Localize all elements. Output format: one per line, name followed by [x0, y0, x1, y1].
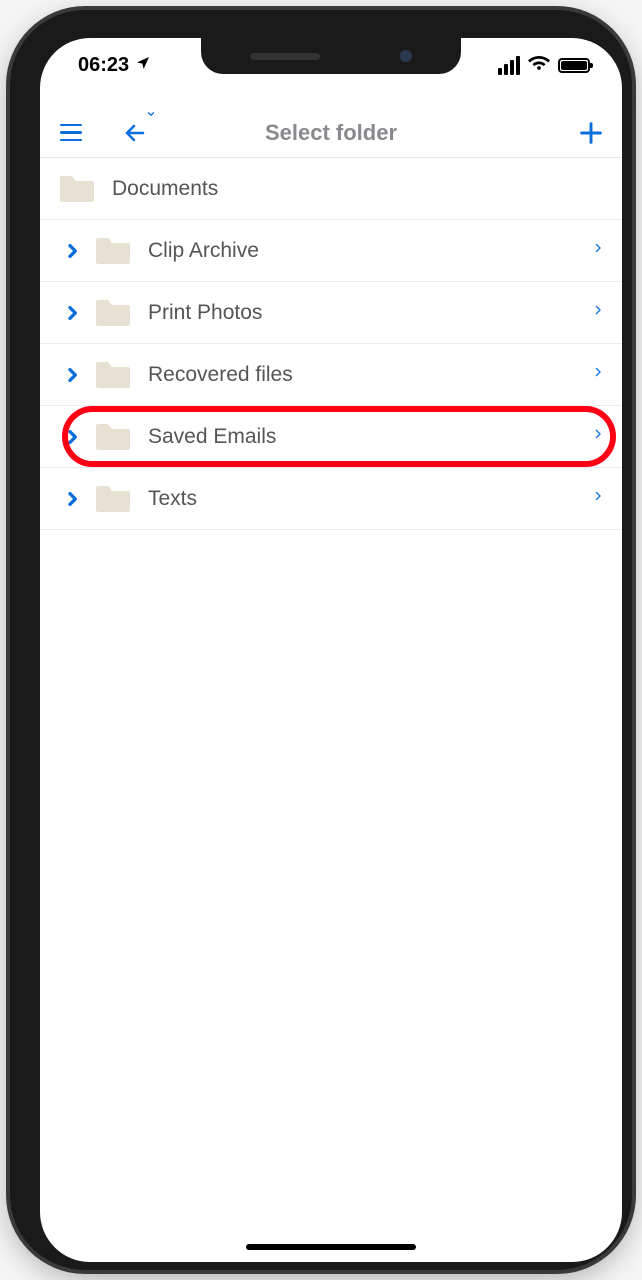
- disclosure-chevron-icon: [592, 301, 604, 324]
- root-folder-label: Documents: [112, 177, 218, 201]
- folder-icon: [94, 422, 132, 452]
- back-arrow-icon: [123, 121, 147, 145]
- chevron-right-icon: [64, 242, 80, 260]
- hamburger-icon: [60, 124, 82, 142]
- wifi-icon: [528, 51, 550, 79]
- folder-icon: [94, 360, 132, 390]
- folder-icon: [94, 298, 132, 328]
- phone-frame: 06:23: [10, 10, 632, 1270]
- notch: [201, 38, 461, 74]
- front-camera: [400, 50, 412, 62]
- back-button[interactable]: [118, 116, 152, 150]
- status-right: [498, 51, 594, 79]
- chevron-right-icon: [64, 366, 80, 384]
- folder-label: Saved Emails: [148, 425, 276, 449]
- chevron-down-icon: [144, 106, 158, 124]
- plus-icon: [577, 119, 605, 147]
- chevron-right-icon: [64, 304, 80, 322]
- folder-list: Documents Clip Archive: [40, 158, 622, 530]
- add-button[interactable]: [574, 116, 608, 150]
- phone-volume-down: [15, 395, 22, 465]
- annotation-highlight-ring: [62, 406, 616, 467]
- phone-silence-switch: [15, 235, 22, 275]
- folder-row[interactable]: Texts: [40, 468, 622, 530]
- expand-toggle[interactable]: [58, 242, 86, 260]
- screen: 06:23: [40, 38, 622, 1262]
- home-indicator[interactable]: [246, 1244, 416, 1250]
- folder-row[interactable]: Saved Emails: [40, 406, 622, 468]
- disclosure-chevron-icon: [592, 239, 604, 262]
- chevron-right-icon: [64, 428, 80, 446]
- folder-row[interactable]: Clip Archive: [40, 220, 622, 282]
- expand-toggle[interactable]: [58, 304, 86, 322]
- folder-label: Texts: [148, 487, 197, 511]
- speaker-grille: [250, 53, 320, 60]
- chevron-right-icon: [64, 490, 80, 508]
- disclosure-chevron-icon: [592, 487, 604, 510]
- cellular-signal-icon: [498, 56, 520, 75]
- disclosure-chevron-icon: [592, 363, 604, 386]
- folder-icon: [94, 484, 132, 514]
- folder-label: Print Photos: [148, 301, 262, 325]
- folder-label: Recovered files: [148, 363, 293, 387]
- expand-toggle[interactable]: [58, 366, 86, 384]
- folder-row[interactable]: Print Photos: [40, 282, 622, 344]
- location-arrow-icon: [135, 54, 151, 77]
- expand-toggle[interactable]: [58, 490, 86, 508]
- folder-label: Clip Archive: [148, 239, 259, 263]
- folder-icon: [94, 236, 132, 266]
- folder-icon: [58, 174, 96, 204]
- expand-toggle[interactable]: [58, 428, 86, 446]
- menu-button[interactable]: [54, 116, 88, 150]
- navbar: Select folder: [40, 108, 622, 158]
- phone-volume-up: [15, 305, 22, 375]
- battery-icon: [558, 58, 590, 73]
- folder-row[interactable]: Recovered files: [40, 344, 622, 406]
- status-left: 06:23: [68, 54, 151, 77]
- root-folder-row[interactable]: Documents: [40, 158, 622, 220]
- status-time: 06:23: [78, 54, 129, 77]
- disclosure-chevron-icon: [592, 425, 604, 448]
